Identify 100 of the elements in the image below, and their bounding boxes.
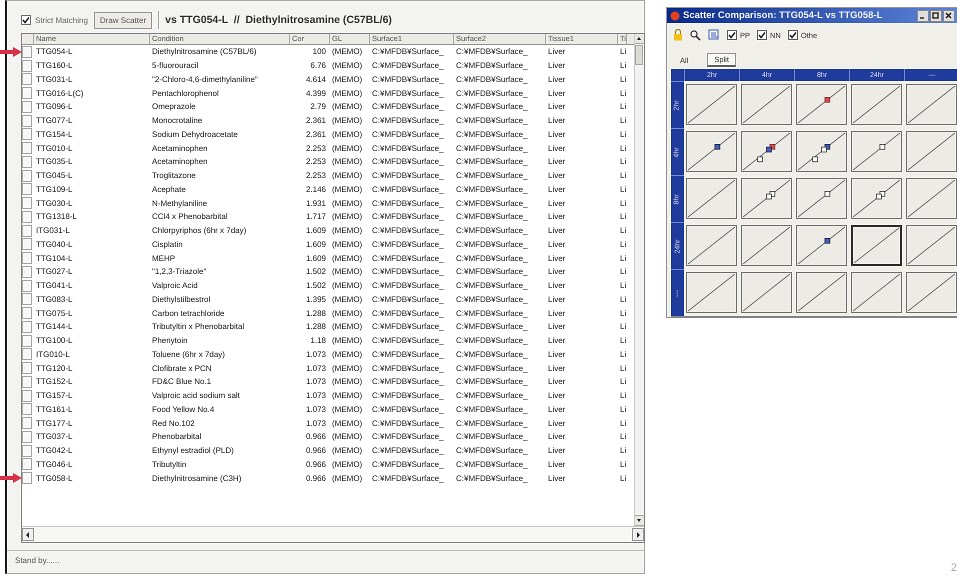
- table-cell-text: (MEMO): [331, 280, 364, 292]
- table-cell-text: Tributyltin: [151, 458, 188, 471]
- table-cell-text: TTG120-L: [35, 362, 74, 375]
- table-cell-text: FD&C Blue No.1: [151, 376, 212, 388]
- table-cell-text: Liver: [547, 308, 566, 320]
- table-cell-text: C:¥MFDB¥Surface_: [455, 321, 529, 334]
- table-cell-text: Liver: [547, 431, 566, 444]
- table-cell-text: Liver: [547, 170, 566, 182]
- table-cell-text: TTG027-L: [35, 266, 74, 278]
- table-cell-text: TTG054-L: [35, 46, 74, 58]
- table-cell-text: Liver: [547, 362, 566, 375]
- table-cell-text: 4.399: [304, 88, 327, 100]
- table-cell-text: C:¥MFDB¥Surface_: [371, 211, 445, 224]
- table-cell-text: "1,2,3-Triazole": [151, 266, 208, 278]
- table-cell-text: C:¥MFDB¥Surface_: [371, 170, 445, 182]
- table-cell-text: C:¥MFDB¥Surface_: [455, 348, 529, 361]
- table-cell-text: C:¥MFDB¥Surface_: [455, 198, 529, 210]
- table-cell-text: Li: [619, 418, 627, 430]
- table-cell-text: Li: [619, 142, 627, 155]
- table-cell-text: C:¥MFDB¥Surface_: [371, 280, 445, 292]
- table-cell-text: C:¥MFDB¥Surface_: [455, 225, 529, 238]
- table-cell-text: Carbon tetrachloride: [151, 308, 226, 320]
- table-cell-text: (MEMO): [331, 348, 364, 361]
- table-cell-text: Li: [619, 225, 627, 238]
- table-cell-text: Diethylstilbestrol: [151, 294, 212, 306]
- table-cell-text: C:¥MFDB¥Surface_: [371, 142, 445, 155]
- table-cell-text: TTG016-L(C): [35, 88, 85, 100]
- table-cell-text: Li: [619, 60, 627, 72]
- table-cell-text: C:¥MFDB¥Surface_: [455, 128, 529, 141]
- table-cell-text: C:¥MFDB¥Surface_: [371, 445, 445, 458]
- table-cell-text: C:¥MFDB¥Surface_: [455, 431, 529, 444]
- table-cell-text: 2.146: [304, 184, 327, 196]
- table-cell-text: 1.073: [304, 390, 327, 402]
- table-cell-text: Liver: [547, 418, 566, 430]
- table-cell-text: C:¥MFDB¥Surface_: [455, 252, 529, 265]
- table-cell-text: 1.073: [304, 404, 327, 416]
- table-cell-text: C:¥MFDB¥Surface_: [371, 418, 445, 430]
- table-cell-text: Phenobarbital: [151, 431, 202, 444]
- table-cell-text: 0.966: [304, 472, 327, 485]
- table-cell-text: C:¥MFDB¥Surface_: [371, 472, 445, 485]
- table-cell-text: Troglitazone: [151, 170, 197, 182]
- table-cell-text: Li: [619, 294, 627, 306]
- table-cell-text: TTG152-L: [35, 376, 74, 388]
- table-cell-text: TTG058-L: [35, 472, 74, 485]
- table-cell-text: C:¥MFDB¥Surface_: [455, 142, 529, 155]
- table-cell-text: Clofibrate x PCN: [151, 362, 213, 375]
- table-cell-text: C:¥MFDB¥Surface_: [455, 445, 529, 458]
- table-cell-text: C:¥MFDB¥Surface_: [371, 60, 445, 72]
- table-cell-text: Monocrotaline: [151, 115, 204, 128]
- status-text: Stand by......: [15, 556, 60, 564]
- table-cell-text: TTG100-L: [35, 335, 74, 348]
- draw-scatter-button[interactable]: Draw Scatter: [94, 12, 152, 28]
- table-cell-text: Liver: [547, 142, 566, 155]
- table-cell-text: C:¥MFDB¥Surface_: [371, 431, 445, 444]
- table-cell-text: TTG096-L: [35, 101, 74, 114]
- table-cell-text: TTG041-L: [35, 280, 74, 292]
- table-cell-text: C:¥MFDB¥Surface_: [371, 390, 445, 402]
- table-cell-text: Li: [619, 252, 627, 265]
- table-cell-text: C:¥MFDB¥Surface_: [455, 404, 529, 416]
- page-number: 2: [950, 562, 957, 574]
- table-cell-text: (MEMO): [331, 184, 364, 196]
- table-cell-text: TTG160-L: [35, 60, 74, 72]
- table-cell-text: Liver: [547, 445, 566, 458]
- table-cell-text: Liver: [547, 390, 566, 402]
- table-cell-text: C:¥MFDB¥Surface_: [371, 335, 445, 348]
- table-cell-text: C:¥MFDB¥Surface_: [455, 170, 529, 182]
- table-cell-text: (MEMO): [331, 362, 364, 375]
- table-cell-text: 1.717: [304, 211, 327, 224]
- table-cell-text: Liver: [547, 60, 566, 72]
- table-cell-text: 1.931: [304, 198, 327, 210]
- table-cell-text: Liver: [547, 184, 566, 196]
- table-cell-text: C:¥MFDB¥Surface_: [455, 362, 529, 375]
- table-cell-text: Diethylnitrosamine (C57BL/6): [151, 46, 258, 58]
- table-cell-text: 1.609: [304, 252, 327, 265]
- table-cell-text: Li: [619, 390, 627, 402]
- table-cell-text: 100: [312, 46, 327, 58]
- table-cell-text: C:¥MFDB¥Surface_: [371, 184, 445, 196]
- table-cell-text: Acetaminophen: [151, 156, 209, 168]
- table-cell-text: Liver: [547, 376, 566, 388]
- table-cell-text: (MEMO): [331, 211, 364, 224]
- table-cell-text: (MEMO): [331, 472, 364, 485]
- window-title: Scatter Comparison: TTG054-L vs TTG058-L: [683, 10, 882, 21]
- table-cell-text: Pentachlorophenol: [151, 88, 220, 100]
- table-cell-text: Toluene (6hr x 7day): [151, 348, 226, 361]
- table-cell-text: MEHP: [151, 252, 176, 265]
- table-cell-text: C:¥MFDB¥Surface_: [371, 266, 445, 278]
- table-cell-text: Li: [619, 170, 627, 182]
- table-cell-text: TTG177-L: [35, 418, 74, 430]
- table-cell-text: C:¥MFDB¥Surface_: [455, 458, 529, 471]
- table-cell-text: Liver: [547, 46, 566, 58]
- table-cell-text: 1.288: [304, 321, 327, 334]
- table-cell-text: Li: [619, 88, 627, 100]
- table-cell-text: Li: [619, 46, 627, 58]
- table-cell-text: Li: [619, 184, 627, 196]
- table-cell-text: TTG031-L: [35, 74, 74, 86]
- table-cell-text: Sodium Dehydroacetate: [151, 128, 239, 141]
- table-cell-text: N-Methylaniline: [151, 198, 208, 210]
- table-cell-text: Li: [619, 404, 627, 416]
- table-cell-text: Li: [619, 362, 627, 375]
- table-cell-text: (MEMO): [331, 170, 364, 182]
